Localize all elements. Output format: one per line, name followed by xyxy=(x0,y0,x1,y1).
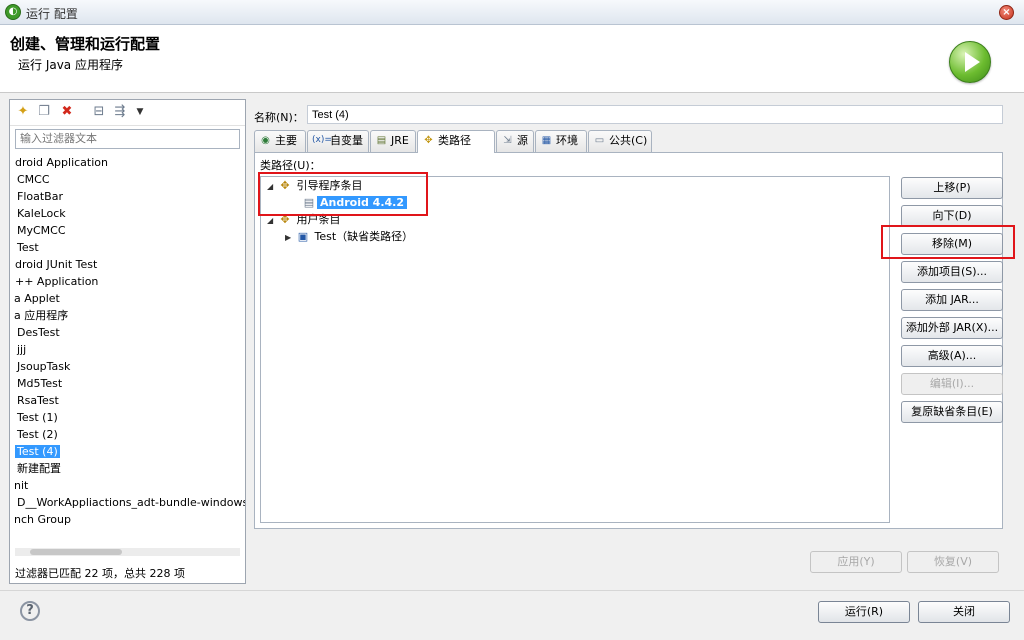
dialog-subtitle: 运行 Java 应用程序 xyxy=(18,58,123,72)
name-field[interactable] xyxy=(307,105,1003,124)
revert-button[interactable]: 恢复(V) xyxy=(907,551,999,573)
horizontal-scrollbar[interactable] xyxy=(15,548,240,556)
dialog-header: 创建、管理和运行配置 运行 Java 应用程序 xyxy=(0,25,1024,93)
tree-item-test-1[interactable]: Test (1) xyxy=(17,409,245,426)
tree-item-mycmcc[interactable]: MyCMCC xyxy=(17,222,245,239)
tab-jre[interactable]: ▤ JRE xyxy=(370,130,416,152)
close-window-icon[interactable]: × xyxy=(999,5,1014,20)
tab-source[interactable]: ⇲ 源 xyxy=(496,130,534,152)
filter-config-icon[interactable]: ⇶ xyxy=(112,104,128,120)
move-up-button[interactable]: 上移(P) xyxy=(901,177,1003,199)
eclipse-icon: ◐ xyxy=(5,4,21,20)
tree-item-adt-bundle[interactable]: D__WorkAppliactions_adt-bundle-windows xyxy=(17,494,245,511)
tree-item-jjj[interactable]: jjj xyxy=(17,341,245,358)
tree-item-test-2[interactable]: Test (2) xyxy=(17,426,245,443)
add-external-jars-button[interactable]: 添加外部 JAR(X)... xyxy=(901,317,1003,339)
jre-icon: ▤ xyxy=(376,135,387,146)
configurations-tree[interactable]: droid Application CMCC FloatBar KaleLock… xyxy=(10,154,245,544)
tree-item-java-application[interactable]: a 应用程序 xyxy=(14,307,245,324)
filter-status: 过滤器已匹配 22 项，总共 228 项 xyxy=(15,567,185,580)
tree-item-junit[interactable]: nit xyxy=(14,477,245,494)
collapse-all-icon[interactable]: ⊟ xyxy=(91,104,107,120)
delete-config-icon[interactable]: ✖ xyxy=(59,104,75,120)
tree-item-destest[interactable]: DesTest xyxy=(17,324,245,341)
tree-item-rsatest[interactable]: RsaTest xyxy=(17,392,245,409)
configurations-panel: ✦ ❐ ✖ ⊟ ⇶ ▼ droid Application CMCC Float… xyxy=(9,99,246,584)
tree-item-kalelock[interactable]: KaleLock xyxy=(17,205,245,222)
tree-item-android-junit-test[interactable]: droid JUnit Test xyxy=(15,256,245,273)
tree-item-cpp-application[interactable]: ++ Application xyxy=(15,273,245,290)
filter-input[interactable] xyxy=(15,129,240,149)
arguments-icon: (x)= xyxy=(312,135,332,145)
scrollbar-thumb[interactable] xyxy=(30,549,122,555)
close-button[interactable]: 关闭 xyxy=(918,601,1010,623)
highlight-remove-button xyxy=(881,225,1015,259)
new-config-icon[interactable]: ✦ xyxy=(15,104,31,120)
view-menu-chevron-down-icon[interactable]: ▼ xyxy=(132,104,148,120)
add-jars-button[interactable]: 添加 JAR... xyxy=(901,289,1003,311)
tree-item-java-applet[interactable]: a Applet xyxy=(14,290,245,307)
tree-item-launch-group[interactable]: nch Group xyxy=(14,511,245,528)
tree-item-new-config[interactable]: 新建配置 xyxy=(17,460,245,477)
help-icon[interactable]: ? xyxy=(20,601,40,621)
test-project-node[interactable]: ▶ ▣ Test（缺省类路径） xyxy=(285,229,413,245)
tab-classpath[interactable]: ✥ 类路径 xyxy=(417,130,495,153)
tree-item-test-4[interactable]: Test (4) xyxy=(15,443,245,460)
run-banner-icon xyxy=(949,41,991,83)
common-icon: ▭ xyxy=(594,135,605,146)
duplicate-config-icon[interactable]: ❐ xyxy=(36,104,52,120)
classpath-icon: ✥ xyxy=(424,135,433,146)
classpath-label: 类路径(U)： xyxy=(260,159,321,172)
tree-item-jsouptask[interactable]: JsoupTask xyxy=(17,358,245,375)
name-label: 名称(N)： xyxy=(254,111,304,124)
tree-item-md5test[interactable]: Md5Test xyxy=(17,375,245,392)
tree-item-floatbar[interactable]: FloatBar xyxy=(17,188,245,205)
collapsed-chevron-icon[interactable]: ▶ xyxy=(285,230,295,246)
tree-item-android-application[interactable]: droid Application xyxy=(15,154,245,171)
highlight-android-entry xyxy=(258,172,428,216)
tab-environment[interactable]: ▦ 环境 xyxy=(535,130,587,152)
tab-main[interactable]: ◉ 主要 xyxy=(254,130,306,152)
apply-button[interactable]: 应用(Y) xyxy=(810,551,902,573)
source-icon: ⇲ xyxy=(503,135,512,146)
environment-icon: ▦ xyxy=(541,135,552,146)
window-title: 运行 配置 xyxy=(26,7,78,21)
main-icon: ◉ xyxy=(261,135,270,146)
edit-button[interactable]: 编辑(I)... xyxy=(901,373,1003,395)
window-titlebar: ◐ 运行 配置 × xyxy=(0,0,1024,25)
configurations-toolbar: ✦ ❐ ✖ ⊟ ⇶ ▼ xyxy=(10,100,245,126)
tab-arguments[interactable]: (x)= 自变量 xyxy=(307,130,369,152)
dialog-title: 创建、管理和运行配置 xyxy=(10,35,161,53)
restore-default-button[interactable]: 复原缺省条目(E) xyxy=(901,401,1003,423)
tree-item-test[interactable]: Test xyxy=(17,239,245,256)
move-down-button[interactable]: 向下(D) xyxy=(901,205,1003,227)
tree-item-cmcc[interactable]: CMCC xyxy=(17,171,245,188)
tab-common[interactable]: ▭ 公共(C) xyxy=(588,130,652,152)
classpath-tree[interactable]: ◢ ✥ 引导程序条目 ▤ Android 4.4.2 ◢ ✥ 用户条目 ▶ ▣ Test… xyxy=(260,176,890,523)
add-projects-button[interactable]: 添加项目(S)... xyxy=(901,261,1003,283)
run-button[interactable]: 运行(R) xyxy=(818,601,910,623)
advanced-button[interactable]: 高级(A)... xyxy=(901,345,1003,367)
project-folder-icon: ▣ xyxy=(297,230,309,243)
footer-separator xyxy=(0,590,1024,591)
